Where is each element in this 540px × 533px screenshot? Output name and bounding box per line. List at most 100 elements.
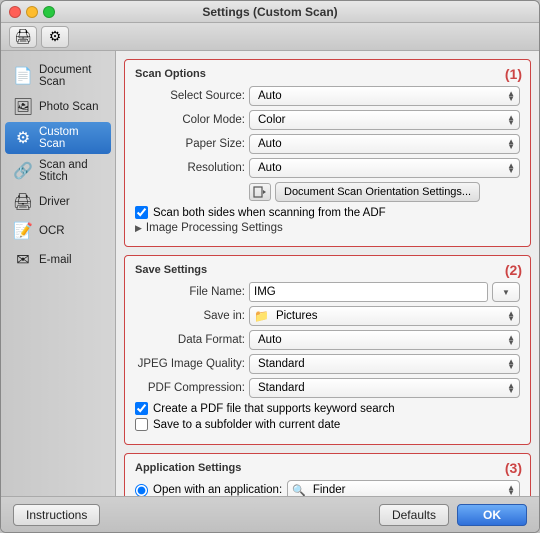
sidebar-item-photo-scan[interactable]: 🖼 Photo Scan	[5, 93, 111, 121]
sidebar-item-label: Photo Scan	[39, 101, 98, 113]
scan-stitch-icon: 🔗	[13, 161, 33, 181]
paper-size-row: Paper Size: Auto ▲▼	[135, 134, 520, 154]
scan-both-sides-row: Scan both sides when scanning from the A…	[135, 206, 520, 219]
keyword-search-row: Create a PDF file that supports keyword …	[135, 402, 520, 415]
save-in-row: Save in: 📁 Pictures ▲▼	[135, 306, 520, 326]
paper-size-label: Paper Size:	[135, 138, 245, 150]
sidebar: 📄 Document Scan 🖼 Photo Scan ⚙ Custom Sc…	[1, 51, 116, 496]
instructions-button[interactable]: Instructions	[13, 504, 100, 526]
color-mode-label: Color Mode:	[135, 114, 245, 126]
settings-window: Settings (Custom Scan) 🖨 ⚙ 📄 Document Sc…	[0, 0, 540, 533]
main-panel: Scan Options (1) Select Source: Auto ▲▼ …	[116, 51, 539, 496]
keyword-search-checkbox[interactable]	[135, 402, 148, 415]
ocr-icon: 📝	[13, 221, 33, 241]
sidebar-item-driver[interactable]: 🖨 Driver	[5, 188, 111, 216]
sidebar-item-email[interactable]: ✉ E-mail	[5, 246, 111, 274]
email-icon: ✉	[13, 250, 33, 270]
jpeg-quality-label: JPEG Image Quality:	[135, 358, 245, 370]
custom-scan-icon: ⚙	[13, 128, 33, 148]
scan-options-section: Scan Options (1) Select Source: Auto ▲▼ …	[124, 59, 531, 247]
jpeg-quality-row: JPEG Image Quality: Standard ▲▼	[135, 354, 520, 374]
finder-icon: 🔍	[292, 484, 306, 497]
save-in-select[interactable]: Pictures	[272, 310, 515, 322]
traffic-lights	[9, 6, 55, 18]
bottom-right-buttons: Defaults OK	[379, 504, 527, 526]
jpeg-quality-select[interactable]: Standard	[254, 358, 515, 370]
sidebar-item-label: Document Scan	[39, 64, 103, 88]
sidebar-item-label: Driver	[39, 196, 70, 208]
scan-both-sides-checkbox[interactable]	[135, 206, 148, 219]
file-name-dropdown[interactable]: ▼	[492, 282, 520, 302]
sidebar-item-custom-scan[interactable]: ⚙ Custom Scan	[5, 122, 111, 154]
pdf-compression-select[interactable]: Standard	[254, 382, 515, 394]
orientation-icon	[253, 186, 267, 198]
app-settings-section: Application Settings (3) Open with an ap…	[124, 453, 531, 496]
ok-button[interactable]: OK	[457, 504, 527, 526]
save-settings-number: (2)	[505, 262, 522, 278]
orientation-icon-button[interactable]	[249, 183, 271, 201]
orientation-settings-button[interactable]: Document Scan Orientation Settings...	[275, 182, 480, 202]
scan-both-sides-label: Scan both sides when scanning from the A…	[153, 207, 386, 219]
sidebar-item-scan-stitch[interactable]: 🔗 Scan and Stitch	[5, 155, 111, 187]
resolution-control[interactable]: Auto ▲▼	[249, 158, 520, 178]
resolution-label: Resolution:	[135, 162, 245, 174]
orientation-controls: Document Scan Orientation Settings...	[249, 182, 480, 202]
resolution-row: Resolution: Auto ▲▼	[135, 158, 520, 178]
data-format-label: Data Format:	[135, 334, 245, 346]
open-app-radio[interactable]	[135, 484, 148, 497]
image-processing-row[interactable]: ▶ Image Processing Settings	[135, 222, 520, 234]
jpeg-quality-control[interactable]: Standard ▲▼	[249, 354, 520, 374]
data-format-row: Data Format: Auto ▲▼	[135, 330, 520, 350]
folder-icon: 📁	[254, 309, 269, 323]
maximize-button[interactable]	[43, 6, 55, 18]
file-name-label: File Name:	[135, 286, 245, 298]
pdf-compression-label: PDF Compression:	[135, 382, 245, 394]
settings-icon: ⚙	[49, 28, 62, 45]
file-name-controls: ▼	[249, 282, 520, 302]
orientation-row: Document Scan Orientation Settings...	[135, 182, 520, 202]
pdf-compression-control[interactable]: Standard ▲▼	[249, 378, 520, 398]
select-source-control[interactable]: Auto ▲▼	[249, 86, 520, 106]
sidebar-item-label: E-mail	[39, 254, 72, 266]
app-settings-title: Application Settings	[135, 462, 520, 474]
open-app-control[interactable]: 🔍 Finder ▲▼	[287, 480, 520, 496]
select-source-select[interactable]: Auto	[254, 90, 515, 102]
open-app-row: Open with an application: 🔍 Finder ▲▼	[135, 480, 520, 496]
data-format-select[interactable]: Auto	[254, 334, 515, 346]
file-name-input[interactable]	[249, 282, 488, 302]
subfolder-row: Save to a subfolder with current date	[135, 418, 520, 431]
settings-toolbar-button[interactable]: ⚙	[41, 26, 69, 48]
minimize-button[interactable]	[26, 6, 38, 18]
color-mode-select[interactable]: Color	[254, 114, 515, 126]
data-format-control[interactable]: Auto ▲▼	[249, 330, 520, 350]
subfolder-label: Save to a subfolder with current date	[153, 419, 340, 431]
save-in-label: Save in:	[135, 310, 245, 322]
scan-options-title: Scan Options	[135, 68, 520, 80]
scan-toolbar-button[interactable]: 🖨	[9, 26, 37, 48]
app-settings-number: (3)	[505, 460, 522, 476]
save-settings-section: Save Settings (2) File Name: ▼ Save in: …	[124, 255, 531, 445]
driver-icon: 🖨	[13, 192, 33, 212]
paper-size-control[interactable]: Auto ▲▼	[249, 134, 520, 154]
resolution-select[interactable]: Auto	[254, 162, 515, 174]
document-scan-icon: 📄	[13, 66, 33, 86]
toolbar: 🖨 ⚙	[1, 23, 539, 51]
sidebar-item-document-scan[interactable]: 📄 Document Scan	[5, 60, 111, 92]
file-name-arrow-icon: ▼	[502, 290, 510, 295]
sidebar-item-label: OCR	[39, 225, 65, 237]
close-button[interactable]	[9, 6, 21, 18]
bottom-bar: Instructions Defaults OK	[1, 496, 539, 532]
save-in-control[interactable]: 📁 Pictures ▲▼	[249, 306, 520, 326]
pdf-compression-row: PDF Compression: Standard ▲▼	[135, 378, 520, 398]
sidebar-item-ocr[interactable]: 📝 OCR	[5, 217, 111, 245]
disclosure-arrow-icon: ▶	[135, 223, 142, 234]
subfolder-checkbox[interactable]	[135, 418, 148, 431]
paper-size-select[interactable]: Auto	[254, 138, 515, 150]
sidebar-item-label: Scan and Stitch	[39, 159, 103, 183]
select-source-row: Select Source: Auto ▲▼	[135, 86, 520, 106]
color-mode-control[interactable]: Color ▲▼	[249, 110, 520, 130]
save-settings-title: Save Settings	[135, 264, 520, 276]
scan-icon: 🖨	[14, 28, 32, 45]
open-app-select[interactable]: Finder	[309, 484, 515, 496]
defaults-button[interactable]: Defaults	[379, 504, 449, 526]
